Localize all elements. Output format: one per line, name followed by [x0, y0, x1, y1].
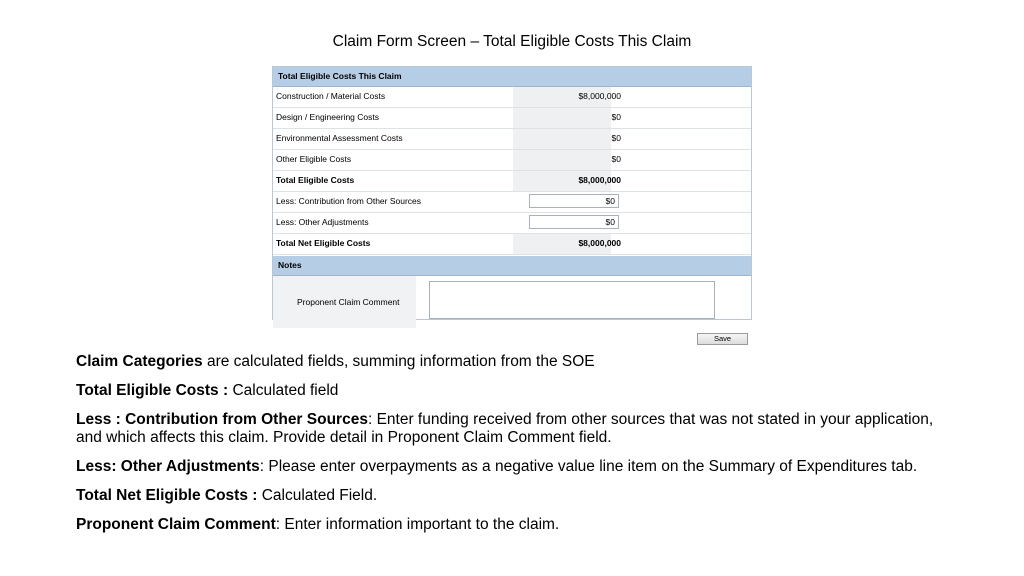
- cost-row-adjustments: Less: Other Adjustments: [273, 213, 751, 234]
- description-term: Less : Contribution from Other Sources: [76, 411, 368, 428]
- row-label: Less: Other Adjustments: [276, 217, 369, 227]
- description-item: Less: Other Adjustments: Please enter ov…: [76, 458, 956, 476]
- row-label: Total Eligible Costs: [276, 175, 355, 185]
- row-value: $0: [611, 154, 621, 164]
- description-text: Calculated field: [228, 382, 339, 399]
- description-term: Total Eligible Costs :: [76, 382, 229, 399]
- cost-row-total-net: Total Net Eligible Costs $8,000,000: [273, 234, 751, 255]
- description-text: : Enter information important to the cla…: [275, 516, 560, 533]
- description-term: Claim Categories: [76, 353, 203, 370]
- description-text: : Please enter overpayments as a negativ…: [259, 458, 918, 475]
- row-value: $0: [611, 133, 621, 143]
- proponent-comment-textarea[interactable]: [429, 281, 715, 319]
- description-item: Less : Contribution from Other Sources: …: [76, 411, 956, 447]
- row-value: $8,000,000: [578, 238, 621, 248]
- comment-label: Proponent Claim Comment: [297, 297, 400, 307]
- row-label: Less: Contribution from Other Sources: [276, 196, 422, 206]
- cost-row-contribution: Less: Contribution from Other Sources: [273, 192, 751, 213]
- cost-row-total-eligible: Total Eligible Costs $8,000,000: [273, 171, 751, 192]
- row-value: $8,000,000: [578, 175, 621, 185]
- adjustments-input[interactable]: [529, 215, 619, 229]
- description-term: Less: Other Adjustments: [76, 458, 260, 475]
- row-label: Environmental Assessment Costs: [276, 133, 403, 143]
- cost-row-construction: Construction / Material Costs $8,000,000: [273, 87, 751, 108]
- row-value: $0: [611, 112, 621, 122]
- notes-section-header: Notes: [273, 256, 751, 276]
- row-label: Design / Engineering Costs: [276, 112, 380, 122]
- description-term: Proponent Claim Comment: [76, 516, 276, 533]
- slide-title: Claim Form Screen – Total Eligible Costs…: [332, 33, 692, 50]
- save-button[interactable]: Save: [697, 333, 748, 345]
- description-term: Total Net Eligible Costs :: [76, 487, 258, 504]
- claim-form-panel: Total Eligible Costs This Claim Construc…: [272, 66, 752, 328]
- description-item: Total Net Eligible Costs : Calculated Fi…: [76, 487, 956, 505]
- row-label: Construction / Material Costs: [276, 91, 386, 101]
- description-item: Total Eligible Costs : Calculated field: [76, 382, 956, 400]
- row-label: Other Eligible Costs: [276, 154, 352, 164]
- cost-row-design: Design / Engineering Costs $0: [273, 108, 751, 129]
- description-item: Proponent Claim Comment: Enter informati…: [76, 516, 956, 534]
- contribution-input[interactable]: [529, 194, 619, 208]
- cost-section-header: Total Eligible Costs This Claim: [273, 67, 751, 87]
- description-text: Calculated Field.: [257, 487, 378, 504]
- row-value: $8,000,000: [578, 91, 621, 101]
- field-descriptions: Claim Categories are calculated fields, …: [76, 353, 956, 545]
- cost-row-environmental: Environmental Assessment Costs $0: [273, 129, 751, 150]
- value-cell: [513, 108, 611, 128]
- value-cell: [513, 150, 611, 170]
- description-item: Claim Categories are calculated fields, …: [76, 353, 956, 371]
- value-cell: [513, 129, 611, 149]
- notes-row: Proponent Claim Comment: [273, 276, 751, 328]
- row-label: Total Net Eligible Costs: [276, 238, 371, 248]
- cost-row-other: Other Eligible Costs $0: [273, 150, 751, 171]
- description-text: are calculated fields, summing informati…: [202, 353, 595, 370]
